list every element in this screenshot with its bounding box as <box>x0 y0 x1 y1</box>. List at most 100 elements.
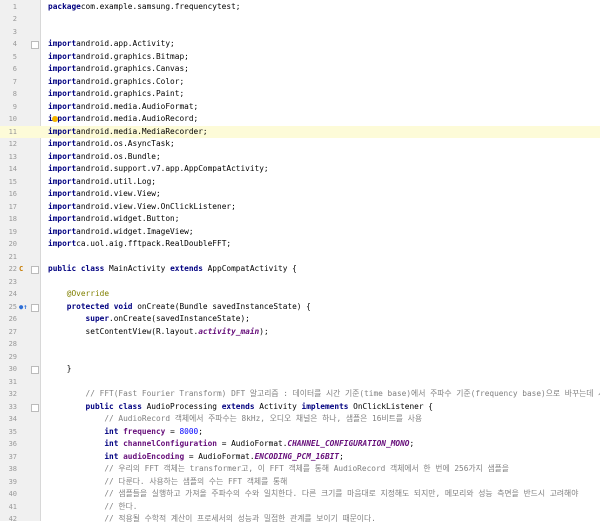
class-icon[interactable]: C <box>19 263 23 276</box>
code-line[interactable]: importandroid.view.View.OnClickListener; <box>40 201 600 214</box>
lightbulb-icon[interactable] <box>52 116 58 122</box>
line-number: 6 <box>12 65 17 73</box>
code-line[interactable]: importandroid.graphics.Bitmap; <box>40 51 600 64</box>
code-line[interactable]: // FFT(Fast Fourier Transform) DFT 알고리즘 … <box>40 388 600 401</box>
code-token: android.widget.Button; <box>76 214 180 223</box>
code-line[interactable]: } <box>40 363 600 376</box>
fold-marker-icon[interactable] <box>31 366 39 374</box>
code-line-text: importandroid.widget.ImageView; <box>48 226 600 239</box>
code-line-text: setContentView(R.layout.activity_main); <box>48 326 600 339</box>
code-token: public class <box>48 264 105 273</box>
code-line[interactable] <box>40 251 600 264</box>
code-line[interactable]: @Override <box>40 288 600 301</box>
code-token: public class <box>48 401 142 411</box>
code-line[interactable]: importandroid.app.Activity; <box>40 38 600 51</box>
line-number: 4 <box>12 40 17 48</box>
code-line[interactable]: importandroid.widget.Button; <box>40 213 600 226</box>
code-token: activity_main <box>198 326 260 336</box>
line-number: 16 <box>8 190 17 198</box>
code-line[interactable]: // 우리의 FFT 객체는 transformer고, 이 FFT 객체를 통… <box>40 463 600 476</box>
line-number: 15 <box>8 177 17 186</box>
line-number: 25 <box>8 302 17 311</box>
code-line[interactable]: // 한다. <box>40 501 600 514</box>
line-number: 35 <box>8 427 17 436</box>
code-line[interactable]: // 샘플들을 실행하고 가져올 주파수의 수와 일치한다. 다른 크기를 마음… <box>40 488 600 501</box>
code-line-text: importca.uol.aig.fftpack.RealDoubleFFT; <box>48 238 600 251</box>
line-number: 5 <box>12 52 17 61</box>
code-line[interactable]: int audioEncoding = AudioFormat.ENCODING… <box>40 451 600 464</box>
fold-marker-icon[interactable] <box>31 41 39 49</box>
code-token: channelConfiguration <box>118 439 217 448</box>
code-line-text: importandroid.media.AudioRecord; <box>48 113 600 126</box>
code-line[interactable]: importandroid.graphics.Canvas; <box>40 63 600 76</box>
code-line[interactable]: importandroid.os.AsyncTask; <box>40 138 600 151</box>
code-line-text: importandroid.util.Log; <box>48 176 600 189</box>
code-line-text: } <box>48 363 600 376</box>
code-token: Activity <box>254 401 302 411</box>
code-line[interactable] <box>40 13 600 26</box>
code-editor[interactable]: 1 2 3 4 5 6 7 8 9 10 11 12 13 14 15 16 17 18 19 20 21 22 23 24 2… <box>0 0 600 523</box>
line-number: 11 <box>8 127 17 136</box>
code-line-text: // 샘플들을 실행하고 가져올 주파수의 수와 일치한다. 다른 크기를 마음… <box>48 488 600 501</box>
code-line-text: protected void onCreate(Bundle savedInst… <box>48 301 600 314</box>
code-line[interactable] <box>40 351 600 364</box>
code-token: ca.uol.aig.fftpack.RealDoubleFFT; <box>76 239 232 248</box>
code-token: android.graphics.Paint; <box>76 89 185 98</box>
code-line-text: importandroid.widget.Button; <box>48 213 600 226</box>
fold-marker-icon[interactable] <box>31 266 39 274</box>
code-line[interactable] <box>40 276 600 289</box>
code-line[interactable]: // AudioRecord 객체에서 주파수는 8kHz, 오디오 채널은 하… <box>40 413 600 426</box>
code-line[interactable]: public class AudioProcessing extends Act… <box>40 401 600 414</box>
code-line[interactable]: protected void onCreate(Bundle savedInst… <box>40 301 600 314</box>
code-token: import <box>48 239 77 248</box>
code-token: import <box>48 189 77 198</box>
code-token: = AudioFormat. <box>184 451 255 461</box>
code-line-text: importandroid.media.AudioFormat; <box>48 101 600 114</box>
code-line[interactable]: importca.uol.aig.fftpack.RealDoubleFFT; <box>40 238 600 251</box>
code-token: ENCODING_PCM_16BIT <box>254 451 340 461</box>
code-line-text: // 다룬다. 사용하는 샘플의 수는 FFT 객체를 통해 <box>48 476 600 489</box>
code-token: // 샘플들을 실행하고 가져올 주파수의 수와 일치한다. 다른 크기를 마음… <box>48 489 579 498</box>
code-token: android.media.AudioFormat; <box>76 101 199 111</box>
line-number: 24 <box>8 290 17 298</box>
code-token: package <box>48 1 81 11</box>
code-line[interactable] <box>40 376 600 389</box>
code-line[interactable]: int channelConfiguration = AudioFormat.C… <box>40 438 600 451</box>
editor-gutter[interactable]: 1 2 3 4 5 6 7 8 9 10 11 12 13 14 15 16 17 18 19 20 21 22 23 24 2… <box>0 0 41 523</box>
code-line[interactable]: public class MainActivity extends AppCom… <box>40 263 600 276</box>
code-area[interactable]: packagecom.example.samsung.frequencytest… <box>40 0 600 523</box>
line-number: 9 <box>12 102 17 111</box>
code-line[interactable]: super.onCreate(savedInstanceState); <box>40 313 600 326</box>
code-line[interactable]: importandroid.util.Log; <box>40 176 600 189</box>
code-token: import <box>48 226 77 236</box>
code-line[interactable]: // 적용될 수학적 계산이 프로세서의 성능과 밀접한 관계를 보이기 때문이… <box>40 513 600 526</box>
line-number: 23 <box>8 277 17 286</box>
code-line[interactable]: importandroid.media.MediaRecorder; <box>40 125 600 138</box>
code-token: // 한다. <box>48 501 138 511</box>
code-line[interactable]: importandroid.os.Bundle; <box>40 151 600 164</box>
code-line[interactable]: importandroid.support.v7.app.AppCompatAc… <box>40 163 600 176</box>
code-line[interactable]: int frequency = 8000; <box>40 426 600 439</box>
code-line[interactable]: importandroid.media.AudioFormat; <box>40 101 600 114</box>
line-number: 19 <box>8 227 17 236</box>
code-line[interactable]: importandroid.graphics.Color; <box>40 76 600 89</box>
code-line[interactable] <box>40 338 600 351</box>
code-token: // 적용될 수학적 계산이 프로세서의 성능과 밀접한 관계를 보이기 때문이… <box>48 514 376 523</box>
code-line[interactable]: importandroid.graphics.Paint; <box>40 88 600 101</box>
code-line[interactable]: // 다룬다. 사용하는 샘플의 수는 FFT 객체를 통해 <box>40 476 600 489</box>
code-line[interactable] <box>40 26 600 39</box>
fold-marker-icon[interactable] <box>31 303 39 312</box>
fold-marker-icon[interactable] <box>31 403 39 412</box>
code-token: AudioProcessing <box>141 401 222 411</box>
code-line[interactable]: importandroid.view.View; <box>40 188 600 201</box>
code-token: android.os.AsyncTask; <box>76 139 175 148</box>
code-line[interactable]: importandroid.widget.ImageView; <box>40 226 600 239</box>
line-number: 26 <box>8 315 17 323</box>
code-line[interactable]: importandroid.media.AudioRecord; <box>40 113 600 126</box>
code-token: AppCompatActivity { <box>202 264 297 273</box>
override-icon[interactable]: ●↑ <box>19 301 27 314</box>
code-line[interactable]: packagecom.example.samsung.frequencytest… <box>40 1 600 14</box>
code-line[interactable]: setContentView(R.layout.activity_main); <box>40 326 600 339</box>
code-token: ; <box>339 451 344 461</box>
code-line-text: // AudioRecord 객체에서 주파수는 8kHz, 오디오 채널은 하… <box>48 413 600 426</box>
